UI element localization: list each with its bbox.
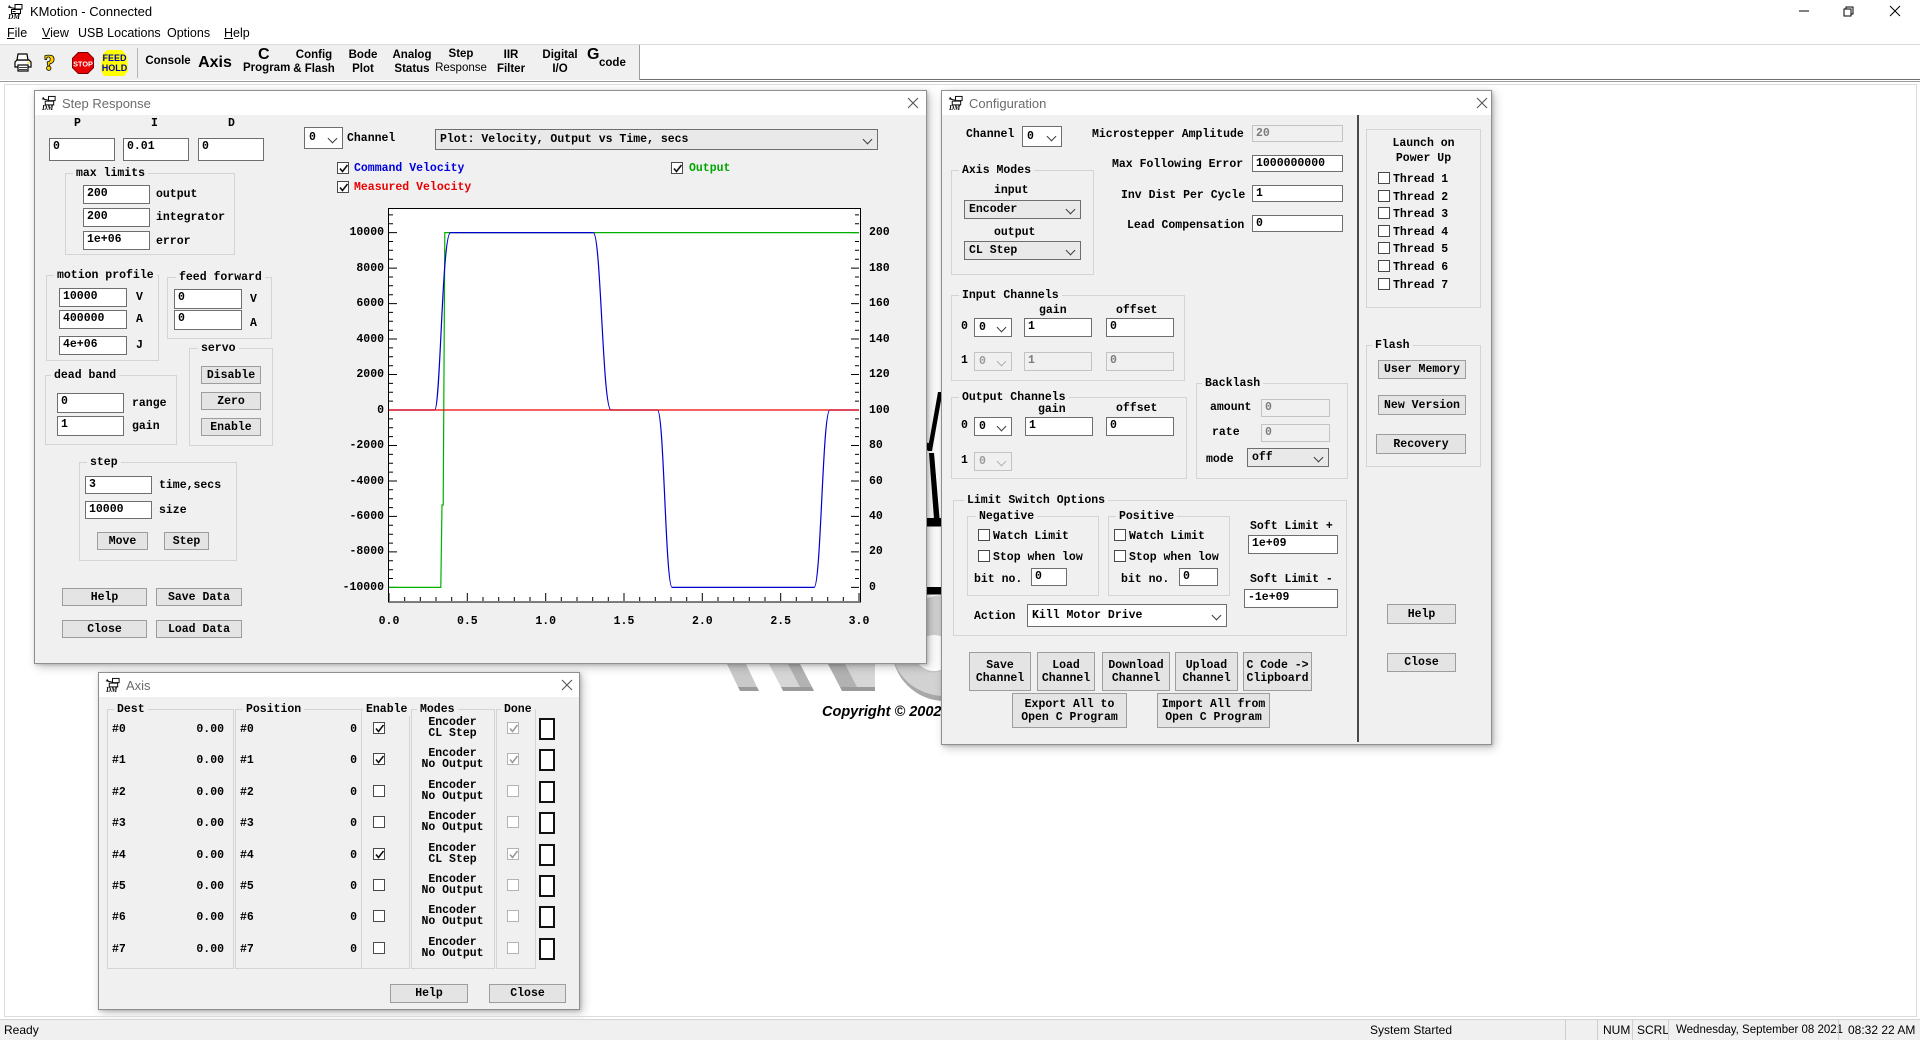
svg-text:DM: DM (948, 104, 961, 111)
svg-text:DM: DM (7, 12, 20, 20)
svg-text:DM: DM (105, 686, 118, 693)
svg-text:?: ? (44, 50, 55, 75)
svg-text:STOP: STOP (73, 59, 93, 68)
svg-text:Copyright © 2002: Copyright © 2002 (822, 704, 941, 720)
svg-text:DM: DM (41, 104, 54, 111)
